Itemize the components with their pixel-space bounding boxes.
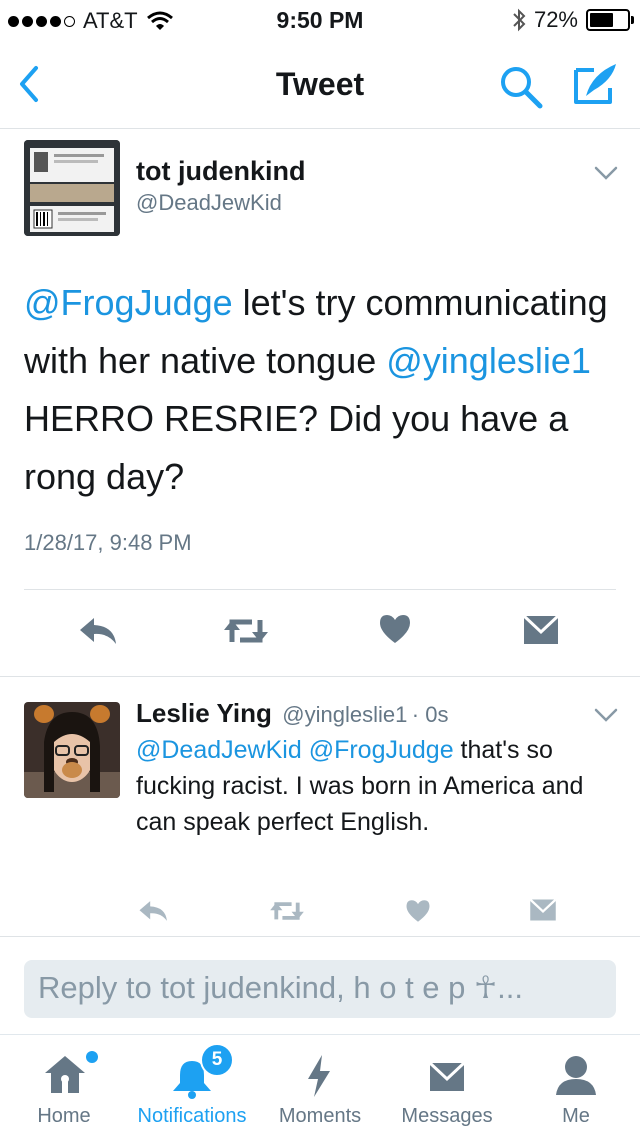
- mention-link[interactable]: @FrogJudge: [309, 736, 454, 764]
- reply-text: @DeadJewKid @FrogJudge that's so fucking…: [136, 732, 616, 840]
- person-icon: [556, 1056, 596, 1095]
- lightning-icon: [308, 1055, 330, 1097]
- like-icon[interactable]: [404, 898, 432, 924]
- compose-icon[interactable]: [572, 60, 620, 108]
- tab-messages[interactable]: Messages: [384, 1035, 510, 1137]
- battery-percent: 72%: [533, 7, 578, 32]
- tweet-text: @FrogJudge let's try communicating with …: [24, 274, 624, 506]
- envelope-icon: [428, 1061, 466, 1091]
- home-icon: [45, 1056, 85, 1093]
- divider: [0, 936, 640, 937]
- author-name[interactable]: tot judenkind: [136, 156, 305, 187]
- mention-link[interactable]: @DeadJewKid: [136, 736, 302, 764]
- message-icon[interactable]: [528, 898, 558, 922]
- tweet-text-segment: HERRO RESRIE? Did you have a rong day?: [24, 398, 569, 497]
- tab-label: Notifications: [137, 1105, 247, 1127]
- tab-label: Home: [37, 1105, 91, 1127]
- mention-link[interactable]: @FrogJudge: [24, 282, 233, 323]
- status-bar: AT&T 9:50 PM 72%: [0, 0, 640, 40]
- reply-input[interactable]: Reply to tot judenkind, h o t e p ☥...: [24, 960, 616, 1018]
- chevron-down-icon[interactable]: [594, 166, 618, 180]
- chevron-down-icon[interactable]: [594, 708, 618, 722]
- divider: [24, 589, 616, 590]
- new-content-dot: [86, 1051, 98, 1063]
- message-icon[interactable]: [522, 614, 560, 646]
- retweet-icon[interactable]: [222, 614, 270, 648]
- tab-notifications[interactable]: 5 Notifications: [126, 1035, 258, 1137]
- reply-icon[interactable]: [138, 898, 170, 924]
- page-title: Tweet: [275, 66, 365, 102]
- retweet-icon[interactable]: [268, 898, 306, 924]
- tab-me[interactable]: Me: [528, 1035, 624, 1137]
- like-icon[interactable]: [378, 612, 412, 646]
- search-icon[interactable]: [498, 64, 544, 110]
- tab-home[interactable]: Home: [10, 1035, 118, 1137]
- tweet-timestamp: 1/28/17, 9:48 PM: [24, 530, 192, 555]
- reply-author-avatar[interactable]: [24, 702, 120, 798]
- divider: [0, 676, 640, 677]
- battery-icon: [586, 9, 634, 31]
- reply-header: Leslie Ying @yingleslie1 · 0s: [136, 698, 448, 729]
- reply-time: · 0s: [411, 702, 449, 727]
- mention-link[interactable]: @yingleslie1: [386, 340, 591, 381]
- author-avatar[interactable]: [24, 140, 120, 236]
- reply-author-handle[interactable]: @yingleslie1: [282, 702, 407, 727]
- bluetooth-icon: [513, 8, 526, 32]
- status-right: 72%: [512, 7, 634, 33]
- reply-icon[interactable]: [78, 614, 120, 648]
- tab-label: Moments: [278, 1105, 362, 1127]
- navigation-bar: Tweet: [0, 40, 640, 129]
- tab-label: Messages: [401, 1105, 493, 1127]
- tab-bar: Home 5 Notifications Moments Messages Me: [0, 1034, 640, 1137]
- tab-moments[interactable]: Moments: [266, 1035, 374, 1137]
- notification-badge: 5: [200, 1043, 234, 1077]
- reply-author-name[interactable]: Leslie Ying: [136, 698, 272, 728]
- author-handle[interactable]: @DeadJewKid: [136, 190, 282, 216]
- tab-label: Me: [562, 1105, 590, 1127]
